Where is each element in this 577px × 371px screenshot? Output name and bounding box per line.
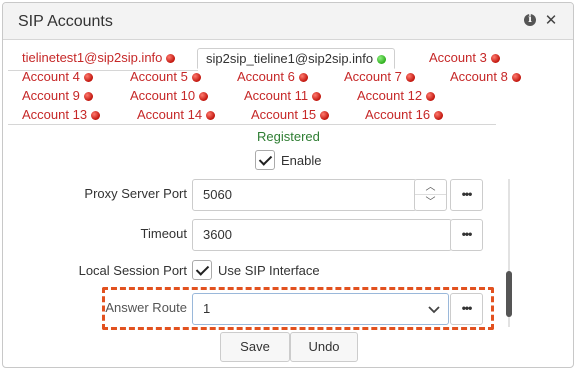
form-scrollbar[interactable] — [506, 179, 512, 327]
tab-divider — [8, 124, 496, 125]
tab-label: Account 3 — [429, 50, 487, 65]
tab-label: Account 8 — [450, 69, 508, 84]
use-sip-interface-checkbox[interactable] — [192, 260, 212, 280]
tab-label: Account 16 — [365, 107, 431, 122]
tab-label: Account 14 — [137, 107, 203, 122]
tab-label: Account 10 — [130, 88, 196, 103]
tab-account-8[interactable]: Account 8 — [450, 68, 521, 86]
tab-account-9[interactable]: Account 9 — [22, 87, 93, 105]
tab-label: Account 7 — [344, 69, 402, 84]
dialog-titlebar: SIP Accounts i ✕ — [3, 3, 573, 40]
answer-route-more-button[interactable]: ••• — [450, 293, 483, 325]
tab-label: Account 5 — [130, 69, 188, 84]
status-dot-icon — [83, 73, 93, 82]
stepper-up-icon[interactable]: ︿ — [415, 180, 446, 195]
tab-account-11[interactable]: Account 11 — [244, 87, 322, 105]
tab-account-1[interactable]: tielinetest1@sip2sip.info — [22, 49, 176, 67]
port-stepper[interactable]: ︿ ﹀ — [414, 179, 447, 211]
status-dot-icon — [206, 111, 216, 120]
info-icon[interactable]: i — [524, 14, 538, 28]
tab-label: Account 4 — [22, 69, 80, 84]
status-dot-icon — [199, 92, 209, 101]
enable-checkbox[interactable] — [255, 150, 275, 170]
tab-label: Account 9 — [22, 88, 80, 103]
undo-button[interactable]: Undo — [290, 332, 358, 362]
status-dot-icon — [377, 55, 387, 64]
tab-account-4[interactable]: Account 4 — [22, 68, 93, 86]
tab-label: sip2sip_tieline1@sip2sip.info — [206, 51, 374, 66]
status-dot-icon — [511, 73, 521, 82]
status-dot-icon — [320, 111, 330, 120]
timeout-more-button[interactable]: ••• — [450, 219, 483, 251]
tab-label: tielinetest1@sip2sip.info — [22, 50, 163, 65]
status-dot-icon — [490, 54, 500, 63]
status-dot-icon — [166, 54, 176, 63]
proxy-server-port-label: Proxy Server Port — [84, 186, 187, 201]
tab-account-2[interactable]: sip2sip_tieline1@sip2sip.info — [197, 48, 396, 69]
status-dot-icon — [91, 111, 101, 120]
answer-route-value: 1 — [203, 301, 211, 316]
answer-route-label: Answer Route — [105, 300, 187, 315]
tab-account-13[interactable]: Account 13 — [22, 106, 101, 124]
tab-label: Account 6 — [237, 69, 295, 84]
timeout-label: Timeout — [140, 226, 187, 241]
status-dot-icon — [83, 92, 93, 101]
local-session-port-label: Local Session Port — [78, 263, 187, 278]
tab-label: Account 11 — [244, 88, 309, 103]
tab-label: Account 13 — [22, 107, 88, 122]
proxy-port-more-button[interactable]: ••• — [450, 179, 483, 211]
use-sip-interface-label: Use SIP Interface — [218, 263, 320, 278]
status-dot-icon — [312, 92, 322, 101]
scrollbar-thumb[interactable] — [506, 271, 512, 317]
save-button[interactable]: Save — [220, 332, 290, 362]
tab-account-3[interactable]: Account 3 — [429, 49, 500, 67]
tab-account-12[interactable]: Account 12 — [357, 87, 436, 105]
proxy-server-port-input[interactable]: 5060 — [192, 179, 417, 211]
status-dot-icon — [426, 92, 436, 101]
tab-account-7[interactable]: Account 7 — [344, 68, 415, 86]
tab-account-15[interactable]: Account 15 — [251, 106, 330, 124]
tab-account-14[interactable]: Account 14 — [137, 106, 216, 124]
status-dot-icon — [434, 111, 444, 120]
tab-label: Account 12 — [357, 88, 423, 103]
tab-account-16[interactable]: Account 16 — [365, 106, 444, 124]
tab-label: Account 15 — [251, 107, 317, 122]
chevron-down-icon — [428, 294, 440, 324]
tab-account-6[interactable]: Account 6 — [237, 68, 308, 86]
status-dot-icon — [298, 73, 308, 82]
close-icon[interactable]: ✕ — [544, 13, 558, 28]
sip-accounts-dialog: SIP Accounts i ✕ tielinetest1@sip2sip.in… — [2, 2, 574, 368]
dialog-title: SIP Accounts — [18, 13, 113, 30]
tab-account-5[interactable]: Account 5 — [130, 68, 201, 86]
stepper-down-icon[interactable]: ﹀ — [415, 195, 446, 210]
registration-status: Registered — [257, 129, 320, 144]
answer-route-select[interactable]: 1 — [192, 293, 449, 325]
timeout-input[interactable]: 3600 — [192, 219, 452, 251]
enable-label: Enable — [281, 153, 322, 168]
status-dot-icon — [191, 73, 201, 82]
tab-account-10[interactable]: Account 10 — [130, 87, 209, 105]
status-dot-icon — [405, 73, 415, 82]
